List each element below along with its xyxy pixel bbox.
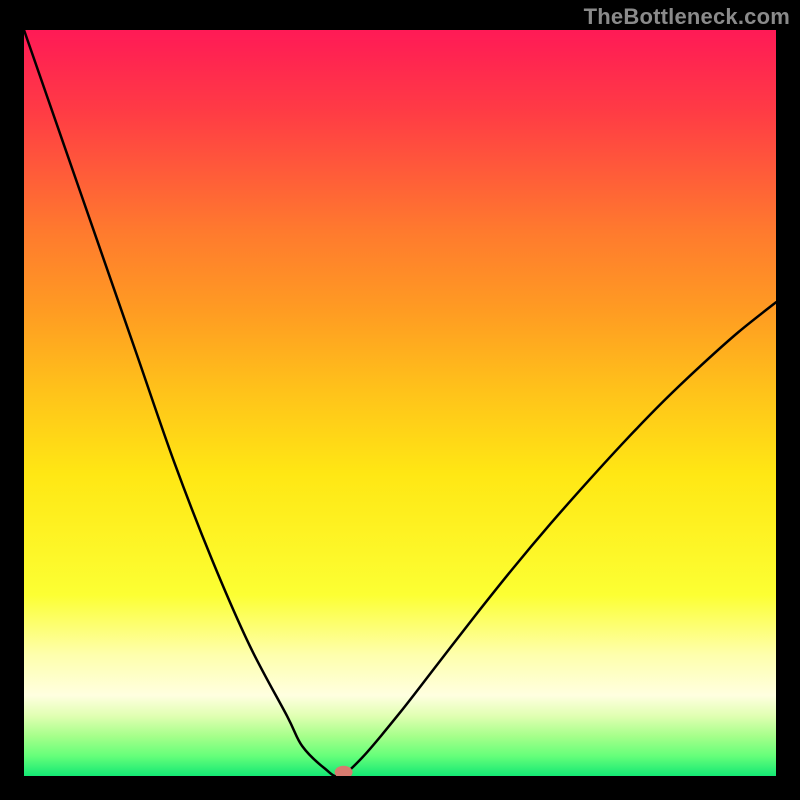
chart-frame: TheBottleneck.com <box>0 0 800 800</box>
watermark-text: TheBottleneck.com <box>584 4 790 30</box>
plot-area <box>24 30 776 776</box>
bottleneck-curve-chart <box>24 30 776 776</box>
